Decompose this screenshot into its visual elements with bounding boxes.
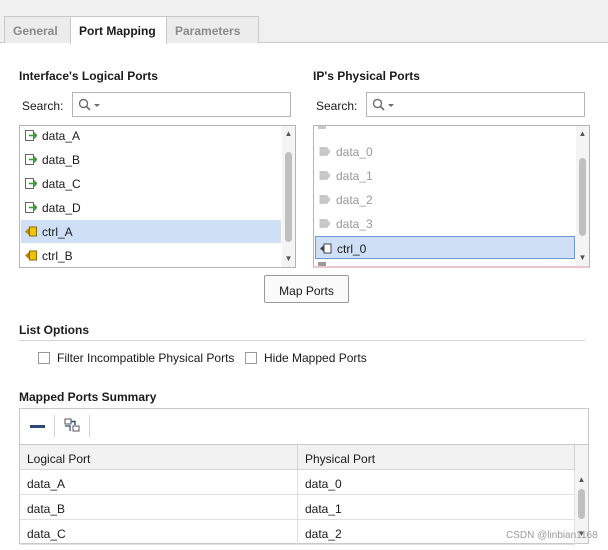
scroll-up-icon[interactable]: ▲ <box>576 129 589 139</box>
table-cell[interactable]: data_A <box>20 470 298 495</box>
logical-search-label: Search: <box>22 99 64 113</box>
clock-port-icon <box>25 250 37 261</box>
watermark: CSDN @linbian1168 <box>506 530 598 541</box>
physical-search-label: Search: <box>316 99 358 113</box>
port-label: data_D <box>42 201 81 215</box>
list-item[interactable]: data_C <box>21 172 281 195</box>
column-header-logical[interactable]: Logical Port <box>20 445 298 470</box>
list-item[interactable]: data_D <box>21 196 281 219</box>
port-label: data_3 <box>336 217 373 231</box>
tab-parameters[interactable]: Parameters <box>166 16 259 43</box>
partial-row-icon <box>318 262 326 266</box>
logical-ports-title: Interface's Logical Ports <box>19 69 158 83</box>
hide-mapped-checkbox[interactable] <box>245 352 257 364</box>
physical-list-scrollbar[interactable]: ▲ ▼ <box>576 126 589 266</box>
list-item[interactable]: ctrl_B <box>21 244 281 267</box>
list-item[interactable]: data_1 <box>315 164 575 187</box>
auto-map-icon[interactable] <box>64 418 80 433</box>
hide-mapped-label[interactable]: Hide Mapped Ports <box>264 351 367 365</box>
list-item[interactable]: data_B <box>21 148 281 171</box>
search-icon <box>372 98 394 111</box>
scroll-up-icon[interactable]: ▲ <box>282 129 295 139</box>
divider <box>19 340 585 341</box>
list-item[interactable]: data_0 <box>315 140 575 163</box>
toolbar-separator <box>89 415 90 437</box>
table-cell[interactable]: data_0 <box>298 470 575 495</box>
port-label: data_A <box>42 129 81 143</box>
scroll-thumb[interactable] <box>285 152 292 242</box>
list-item-selected[interactable]: ctrl_A <box>21 220 281 243</box>
partial-row-icon <box>318 126 326 129</box>
search-icon <box>78 98 100 111</box>
mapped-ports-table: Logical Port Physical Port data_A data_0… <box>19 444 589 545</box>
summary-toolbar <box>19 408 589 444</box>
physical-search-input[interactable] <box>366 92 585 117</box>
port-icon <box>319 171 331 180</box>
physical-ports-list[interactable]: data_0 data_1 data_2 data_3 ctrl_0 ▲ ▼ <box>313 125 590 268</box>
port-label: data_2 <box>336 193 373 207</box>
clock-port-icon <box>25 226 37 237</box>
column-header-physical[interactable]: Physical Port <box>298 445 575 470</box>
logical-list-scrollbar[interactable]: ▲ ▼ <box>282 126 295 267</box>
input-port-icon <box>25 202 37 213</box>
scroll-up-icon[interactable]: ▲ <box>575 475 588 485</box>
physical-ports-title: IP's Physical Ports <box>313 69 420 83</box>
scroll-down-icon[interactable]: ▼ <box>576 253 589 263</box>
table-cell[interactable]: data_B <box>20 495 298 520</box>
input-port-icon <box>25 154 37 165</box>
map-ports-button[interactable]: Map Ports <box>264 275 349 303</box>
port-label: ctrl_0 <box>337 242 367 256</box>
tab-bar: General Port Mapping Parameters <box>0 0 608 44</box>
input-port-icon <box>25 178 37 189</box>
port-label: data_0 <box>336 145 373 159</box>
map-ports-label: Map Ports <box>279 284 334 298</box>
scroll-thumb[interactable] <box>578 489 585 519</box>
filter-incompatible-label[interactable]: Filter Incompatible Physical Ports <box>57 351 234 365</box>
toolbar-separator <box>54 415 55 437</box>
logical-ports-list[interactable]: data_A data_B data_C data_D ctrl_A ctrl_… <box>19 125 296 268</box>
list-item-selected[interactable]: ctrl_0 <box>315 236 575 259</box>
list-item[interactable]: data_3 <box>315 212 575 235</box>
tab-port-mapping-label: Port Mapping <box>79 24 156 38</box>
clock-port-icon <box>320 243 332 254</box>
summary-scrollbar[interactable]: ▲ ▼ <box>575 445 588 543</box>
tab-general[interactable]: General <box>4 16 71 43</box>
tab-parameters-label: Parameters <box>175 24 241 38</box>
port-label: data_C <box>42 177 81 191</box>
port-icon <box>319 195 331 204</box>
logical-search-input[interactable] <box>72 92 291 117</box>
filter-incompatible-checkbox[interactable] <box>38 352 50 364</box>
port-icon <box>319 219 331 228</box>
port-icon <box>319 147 331 156</box>
scroll-down-icon[interactable]: ▼ <box>282 254 295 264</box>
list-options-title: List Options <box>19 323 89 337</box>
mapped-summary-title: Mapped Ports Summary <box>19 390 157 404</box>
table-cell[interactable]: data_1 <box>298 495 575 520</box>
list-item[interactable]: data_A <box>21 126 281 147</box>
list-item[interactable]: data_2 <box>315 188 575 211</box>
input-port-icon <box>25 130 37 141</box>
tab-port-mapping[interactable]: Port Mapping <box>70 16 167 44</box>
remove-icon[interactable] <box>30 425 45 428</box>
port-label: data_1 <box>336 169 373 183</box>
table-cell[interactable]: data_C <box>20 520 298 545</box>
scroll-thumb[interactable] <box>579 158 586 236</box>
port-label: ctrl_A <box>42 225 73 239</box>
port-label: ctrl_B <box>42 249 73 263</box>
port-label: data_B <box>42 153 81 167</box>
tab-general-label: General <box>13 24 58 38</box>
